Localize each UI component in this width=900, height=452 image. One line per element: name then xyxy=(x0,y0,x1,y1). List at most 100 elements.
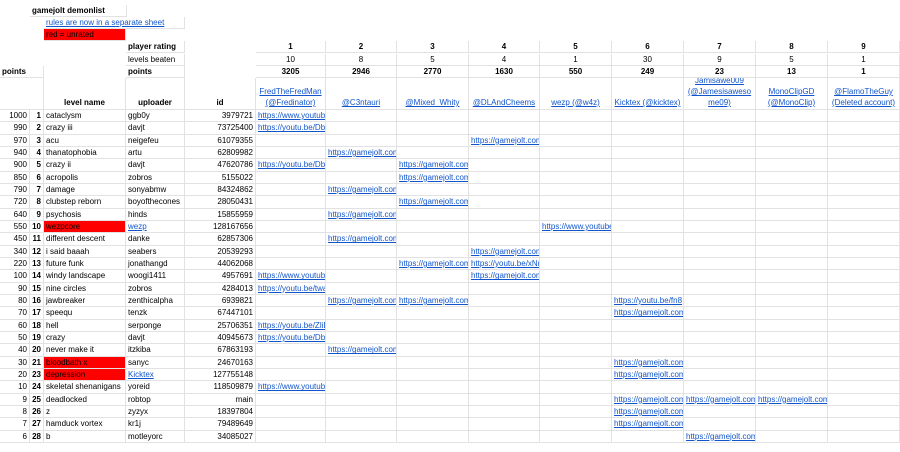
empty-cell xyxy=(469,122,540,135)
empty-cell xyxy=(469,171,540,184)
empty-cell xyxy=(540,134,612,147)
player-name-link[interactable]: Jamisawe009 (@Jamesisaweso me09) xyxy=(684,78,756,110)
empty-cell xyxy=(612,257,684,271)
player-name-link[interactable]: MonoClipGD (@MonoClip) xyxy=(756,78,828,110)
proof-link[interactable]: https://youtu.be/fn8 xyxy=(612,294,684,308)
empty-cell xyxy=(540,245,612,258)
proof-link[interactable]: https://gamejolt.com xyxy=(397,257,469,271)
player-levels-beaten: 1 xyxy=(540,54,612,66)
level-points: 640 xyxy=(0,208,30,221)
empty-cell xyxy=(756,159,828,172)
proof-link[interactable]: https://www.youtube xyxy=(256,381,326,394)
empty-cell xyxy=(256,245,326,258)
rules-link[interactable]: rules are now in a separate sheet xyxy=(44,17,185,29)
level-uploader: motleyorc xyxy=(126,430,185,443)
proof-link[interactable]: https://gamejolt.com xyxy=(326,294,397,308)
empty-cell xyxy=(540,307,612,320)
empty-cell xyxy=(684,220,756,234)
proof-link[interactable]: https://youtu.be/Dbv xyxy=(256,331,326,345)
proof-link[interactable]: https://gamejolt.com xyxy=(684,393,756,406)
proof-link[interactable]: https://gamejolt.com xyxy=(326,344,397,357)
empty-cell xyxy=(256,134,326,147)
empty-cell xyxy=(256,356,326,369)
level-points: 940 xyxy=(0,146,30,160)
player-name-link[interactable]: @FlamoTheGuy (Deleted account) xyxy=(828,78,900,110)
player-name-link[interactable]: wezp (@w4z) xyxy=(540,78,612,110)
level-points: 20 xyxy=(0,368,30,382)
empty-cell xyxy=(828,270,900,283)
proof-link[interactable]: https://gamejolt.com xyxy=(326,208,397,221)
level-id: 47620786 xyxy=(185,159,256,172)
proof-link[interactable]: https://gamejolt.com xyxy=(612,418,684,431)
proof-link[interactable]: https://www.youtube xyxy=(540,220,612,234)
proof-link[interactable]: https://youtu.be/ZliD xyxy=(256,319,326,332)
level-points: 8 xyxy=(0,405,30,419)
empty-cell xyxy=(326,393,397,406)
empty-cell xyxy=(828,307,900,320)
level-uploader: hinds xyxy=(126,208,185,221)
player-name-link[interactable]: Kicktex (@kicktex) xyxy=(612,78,684,110)
proof-link[interactable]: https://gamejolt.com xyxy=(326,146,397,160)
proof-link[interactable]: https://gamejolt.com xyxy=(469,245,540,258)
proof-link[interactable]: https://gamejolt.com xyxy=(756,393,828,406)
level-rank: 3 xyxy=(30,134,44,147)
level-uploader: neigefeu xyxy=(126,134,185,147)
empty-cell xyxy=(326,122,397,135)
proof-link[interactable]: https://youtu.be/xNr xyxy=(469,257,540,271)
proof-link[interactable]: https://gamejolt.com xyxy=(397,294,469,308)
level-rank: 16 xyxy=(30,294,44,308)
level-name: never make it xyxy=(44,344,126,357)
proof-link[interactable]: https://youtu.be/Dbv xyxy=(256,159,326,172)
empty-cell xyxy=(469,146,540,160)
proof-link[interactable]: https://youtu.be/twa xyxy=(256,282,326,295)
proof-link[interactable]: https://gamejolt.com xyxy=(612,356,684,369)
player-name-link[interactable]: @Mixed_Whity xyxy=(397,78,469,110)
proof-link[interactable]: https://gamejolt.com xyxy=(612,405,684,419)
empty-cell xyxy=(397,220,469,234)
proof-link[interactable]: https://gamejolt.com xyxy=(397,159,469,172)
proof-link[interactable]: https://gamejolt.com xyxy=(469,134,540,147)
empty-cell xyxy=(828,282,900,295)
proof-link[interactable]: https://gamejolt.com xyxy=(612,393,684,406)
player-points: 23 xyxy=(684,66,756,78)
player-name-link[interactable]: @C3ntauri xyxy=(326,78,397,110)
empty-cell xyxy=(397,208,469,221)
proof-link[interactable]: https://gamejolt.com xyxy=(397,196,469,209)
empty-cell xyxy=(828,344,900,357)
empty-cell xyxy=(540,393,612,406)
empty-cell xyxy=(756,208,828,221)
proof-link[interactable]: https://gamejolt.com xyxy=(326,233,397,246)
player-name-link[interactable]: @DLAndCheems xyxy=(469,78,540,110)
proof-link[interactable]: https://www.youtube xyxy=(256,270,326,283)
empty-cell xyxy=(828,196,900,209)
proof-link[interactable]: https://gamejolt.com xyxy=(397,171,469,184)
empty-cell xyxy=(469,319,540,332)
proof-link[interactable]: https://gamejolt.com xyxy=(326,183,397,197)
empty-cell xyxy=(756,257,828,271)
proof-link[interactable]: https://gamejolt.com xyxy=(612,307,684,320)
level-uploader[interactable]: Kicktex xyxy=(126,368,185,382)
level-points: 850 xyxy=(0,171,30,184)
player-name-link[interactable]: FredTheFredMan (@Fredinator) xyxy=(256,78,326,110)
proof-link[interactable]: https://gamejolt.com xyxy=(684,430,756,443)
level-name: z xyxy=(44,405,126,419)
proof-link[interactable]: https://youtu.be/Dbv xyxy=(256,122,326,135)
proof-link[interactable]: https://gamejolt.com xyxy=(612,368,684,382)
level-name: crazy ii xyxy=(44,159,126,172)
player-levels-beaten: 5 xyxy=(756,54,828,66)
empty-cell xyxy=(540,405,612,419)
proof-link[interactable]: https://www.youtube xyxy=(256,110,326,123)
empty-cell xyxy=(397,110,469,123)
empty-cell xyxy=(828,393,900,406)
level-uploader: danke xyxy=(126,233,185,246)
empty-cell xyxy=(828,319,900,332)
level-points: 990 xyxy=(0,122,30,135)
proof-link[interactable]: https://gamejolt.com xyxy=(469,270,540,283)
empty-cell xyxy=(828,134,900,147)
empty-cell xyxy=(828,122,900,135)
empty-cell xyxy=(326,368,397,382)
level-uploader[interactable]: wezp xyxy=(126,220,185,234)
level-uploader: sanyc xyxy=(126,356,185,369)
empty-cell xyxy=(612,134,684,147)
level-name: i said baaah xyxy=(44,245,126,258)
